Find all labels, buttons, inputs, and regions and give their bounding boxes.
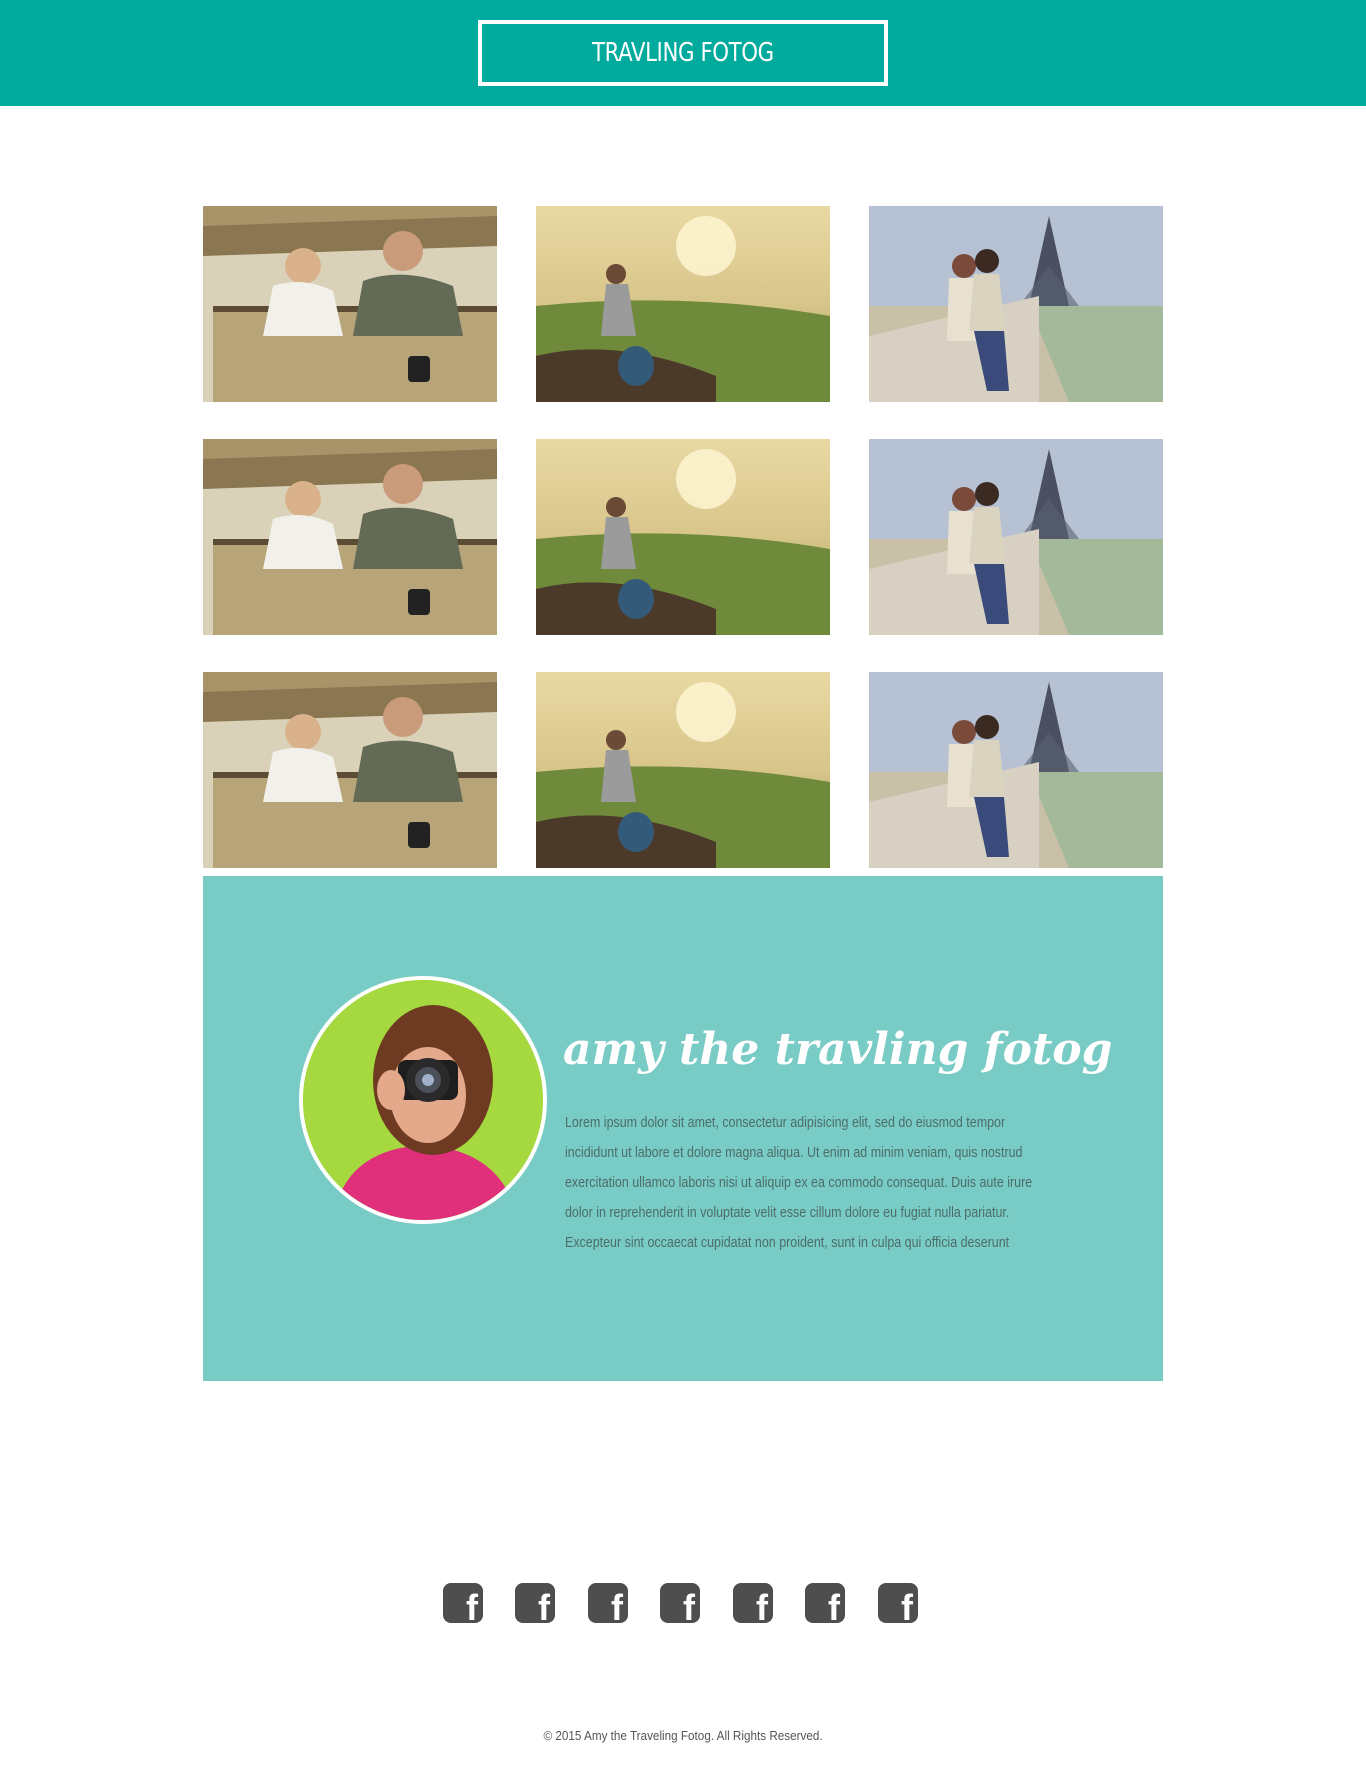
facebook-glyph: f — [538, 1587, 550, 1628]
facebook-glyph: f — [901, 1587, 913, 1628]
facebook-glyph: f — [756, 1587, 768, 1628]
social-links: f f f f f f f — [443, 1583, 923, 1628]
cliff-photo-image — [536, 672, 830, 868]
facebook-icon[interactable]: f — [515, 1583, 555, 1628]
facebook-icon[interactable]: f — [443, 1583, 483, 1628]
safari-photo-image — [203, 206, 497, 402]
gallery-photo-cliff[interactable] — [536, 206, 830, 402]
photographer-with-camera-image — [303, 980, 543, 1220]
facebook-icon[interactable]: f — [878, 1583, 918, 1628]
photographer-avatar — [299, 976, 547, 1224]
copyright-text: © 2015 Amy the Traveling Fotog. All Righ… — [543, 1728, 823, 1743]
cliff-photo-image — [536, 206, 830, 402]
gallery-photo-paris[interactable] — [869, 206, 1163, 402]
footer: © 2015 Amy the Traveling Fotog. All Righ… — [0, 1728, 1366, 1743]
facebook-icon[interactable]: f — [805, 1583, 845, 1628]
gallery-photo-paris[interactable] — [869, 672, 1163, 868]
cliff-photo-image — [536, 439, 830, 635]
facebook-glyph: f — [828, 1587, 840, 1628]
safari-photo-image — [203, 672, 497, 868]
gallery-photo-safari[interactable] — [203, 439, 497, 635]
gallery-photo-cliff[interactable] — [536, 672, 830, 868]
paris-photo-image — [869, 439, 1163, 635]
facebook-glyph: f — [683, 1587, 695, 1628]
about-body-text: Lorem ipsum dolor sit amet, consectetur … — [565, 1115, 1033, 1251]
gallery-photo-cliff[interactable] — [536, 439, 830, 635]
gallery-photo-paris[interactable] — [869, 439, 1163, 635]
facebook-glyph: f — [466, 1587, 478, 1628]
facebook-glyph: f — [611, 1587, 623, 1628]
header-bar: TRAVLING FOTOG — [0, 0, 1366, 106]
gallery-photo-safari[interactable] — [203, 206, 497, 402]
site-logo-link[interactable]: TRAVLING FOTOG — [478, 20, 888, 86]
gallery-photo-safari[interactable] — [203, 672, 497, 868]
paris-photo-image — [869, 672, 1163, 868]
facebook-icon[interactable]: f — [588, 1583, 628, 1628]
about-title: amy the travling fotog — [563, 1024, 1113, 1075]
safari-photo-image — [203, 439, 497, 635]
facebook-icon[interactable]: f — [660, 1583, 700, 1628]
facebook-icon[interactable]: f — [733, 1583, 773, 1628]
site-title: TRAVLING FOTOG — [592, 38, 774, 68]
paris-photo-image — [869, 206, 1163, 402]
about-section: amy the travling fotog Lorem ipsum dolor… — [203, 876, 1163, 1381]
